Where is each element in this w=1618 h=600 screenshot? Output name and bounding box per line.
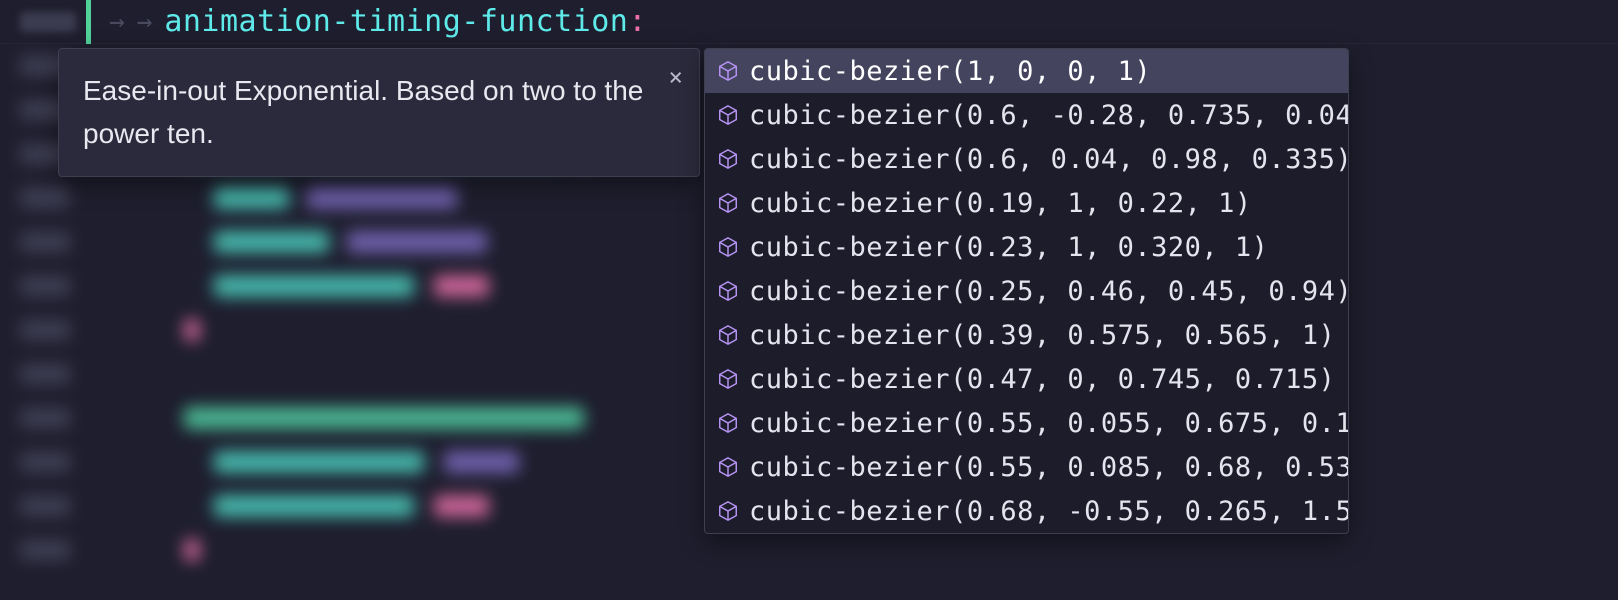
autocomplete-item[interactable]: cubic-bezier(0.6, 0.04, 0.98, 0.335) bbox=[705, 137, 1348, 181]
line-number-gutter bbox=[20, 12, 76, 32]
indent-arrow-icon: → bbox=[137, 7, 153, 37]
autocomplete-item[interactable]: cubic-bezier(0.55, 0.085, 0.68, 0.53) bbox=[705, 445, 1348, 489]
autocomplete-list[interactable]: cubic-bezier(1, 0, 0, 1) cubic-bezier(0.… bbox=[704, 48, 1349, 534]
autocomplete-item[interactable]: cubic-bezier(0.23, 1, 0.320, 1) bbox=[705, 225, 1348, 269]
close-icon[interactable]: × bbox=[669, 65, 683, 89]
value-cube-icon bbox=[717, 324, 739, 346]
autocomplete-item[interactable]: cubic-bezier(0.25, 0.46, 0.45, 0.94) bbox=[705, 269, 1348, 313]
value-cube-icon bbox=[717, 280, 739, 302]
documentation-popup: × Ease-in-out Exponential. Based on two … bbox=[58, 48, 700, 177]
autocomplete-item[interactable]: cubic-bezier(0.39, 0.575, 0.565, 1) bbox=[705, 313, 1348, 357]
css-colon: : bbox=[628, 4, 646, 39]
autocomplete-item-label: cubic-bezier(0.23, 1, 0.320, 1) bbox=[749, 232, 1268, 263]
autocomplete-item-label: cubic-bezier(0.6, 0.04, 0.98, 0.335) bbox=[749, 144, 1349, 175]
autocomplete-item-label: cubic-bezier(0.6, -0.28, 0.735, 0.045) bbox=[749, 100, 1349, 131]
value-cube-icon bbox=[717, 192, 739, 214]
active-line-marker bbox=[86, 0, 91, 44]
value-cube-icon bbox=[717, 104, 739, 126]
autocomplete-item-label: cubic-bezier(0.68, -0.55, 0.265, 1.55) bbox=[749, 496, 1349, 527]
value-cube-icon bbox=[717, 456, 739, 478]
autocomplete-item-label: cubic-bezier(0.25, 0.46, 0.45, 0.94) bbox=[749, 276, 1349, 307]
value-cube-icon bbox=[717, 412, 739, 434]
editor-active-line[interactable]: → → animation-timing-function : bbox=[0, 0, 1618, 44]
autocomplete-item-label: cubic-bezier(0.55, 0.055, 0.675, 0.19) bbox=[749, 408, 1349, 439]
autocomplete-item[interactable]: cubic-bezier(1, 0, 0, 1) bbox=[705, 49, 1348, 93]
indent-arrow-icon: → bbox=[109, 7, 125, 37]
value-cube-icon bbox=[717, 236, 739, 258]
autocomplete-item-label: cubic-bezier(0.55, 0.085, 0.68, 0.53) bbox=[749, 452, 1349, 483]
autocomplete-item-label: cubic-bezier(0.47, 0, 0.745, 0.715) bbox=[749, 364, 1335, 395]
autocomplete-item[interactable]: cubic-bezier(0.68, -0.55, 0.265, 1.55) bbox=[705, 489, 1348, 533]
autocomplete-item[interactable]: cubic-bezier(0.6, -0.28, 0.735, 0.045) bbox=[705, 93, 1348, 137]
autocomplete-item-label: cubic-bezier(0.19, 1, 0.22, 1) bbox=[749, 188, 1252, 219]
css-property-name: animation-timing-function bbox=[164, 4, 628, 39]
documentation-text: Ease-in-out Exponential. Based on two to… bbox=[83, 69, 675, 156]
autocomplete-item[interactable]: cubic-bezier(0.47, 0, 0.745, 0.715) bbox=[705, 357, 1348, 401]
value-cube-icon bbox=[717, 368, 739, 390]
autocomplete-item-label: cubic-bezier(1, 0, 0, 1) bbox=[749, 56, 1151, 87]
autocomplete-item-label: cubic-bezier(0.39, 0.575, 0.565, 1) bbox=[749, 320, 1335, 351]
autocomplete-item[interactable]: cubic-bezier(0.55, 0.055, 0.675, 0.19) bbox=[705, 401, 1348, 445]
editor-background: → → animation-timing-function : × Ease-i… bbox=[0, 0, 1618, 600]
value-cube-icon bbox=[717, 148, 739, 170]
value-cube-icon bbox=[717, 60, 739, 82]
autocomplete-item[interactable]: cubic-bezier(0.19, 1, 0.22, 1) bbox=[705, 181, 1348, 225]
value-cube-icon bbox=[717, 500, 739, 522]
